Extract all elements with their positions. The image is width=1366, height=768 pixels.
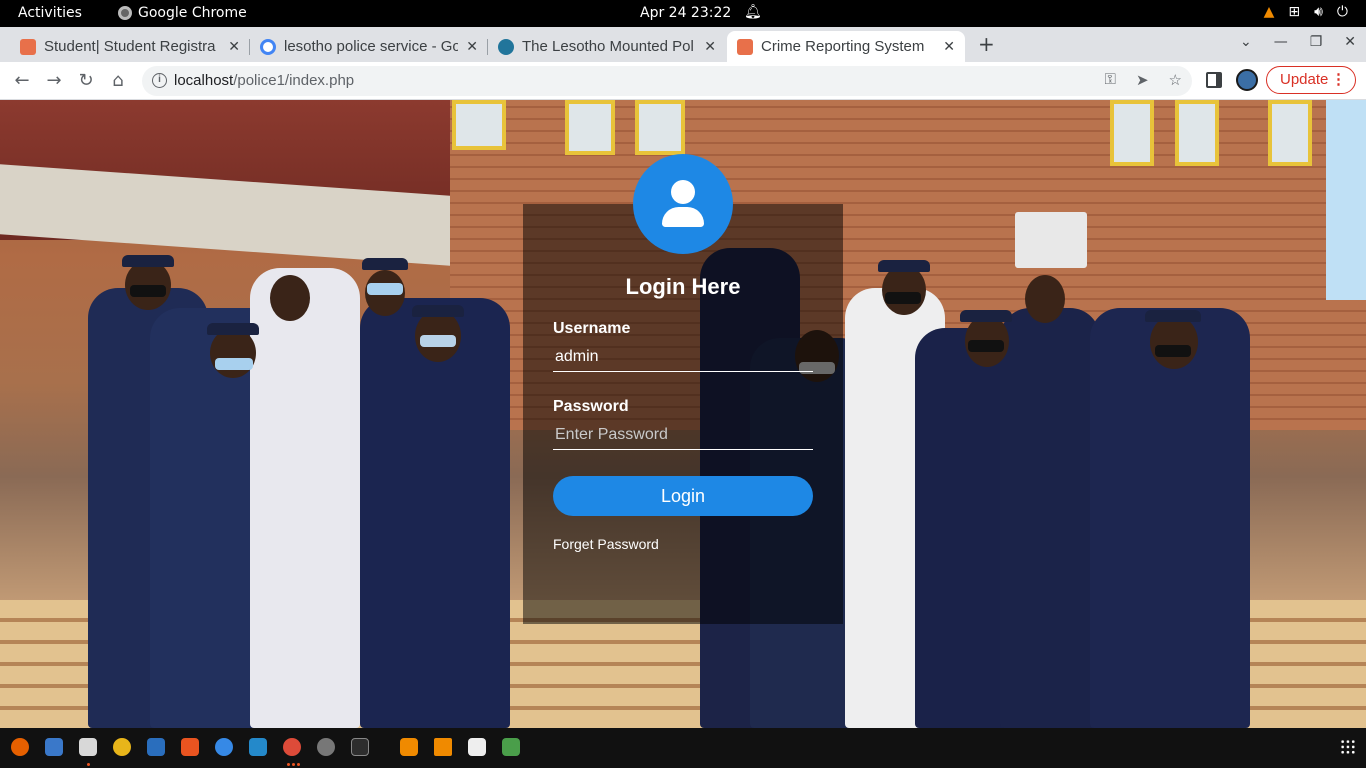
username-input[interactable] xyxy=(553,342,813,372)
home-icon[interactable]: ⌂ xyxy=(107,70,129,91)
password-input[interactable] xyxy=(553,420,813,450)
close-tab-icon[interactable]: ✕ xyxy=(704,38,716,55)
update-button[interactable]: Update ⋮ xyxy=(1266,66,1356,94)
officer-figure xyxy=(250,268,360,728)
reload-icon[interactable]: ↻ xyxy=(75,70,97,91)
more-menu-icon[interactable]: ⋮ xyxy=(1331,70,1346,88)
user-avatar-icon xyxy=(633,154,733,254)
firefox-icon[interactable] xyxy=(11,738,29,756)
username-label: Username xyxy=(553,320,631,337)
xampp-favicon-icon xyxy=(20,38,36,55)
writer-icon[interactable] xyxy=(147,738,165,756)
settings-icon[interactable] xyxy=(317,738,335,756)
activities-button[interactable]: Activities xyxy=(18,5,82,21)
login-button[interactable]: Login xyxy=(553,476,813,516)
tab-title: Crime Reporting System xyxy=(761,38,925,55)
browser-toolbar: ← → ↻ ⌂ i localhost/police1/index.php ⚿ … xyxy=(0,62,1366,100)
send-icon[interactable]: ➤ xyxy=(1136,71,1149,89)
tab-strip: Student| Student Registra ✕ lesotho poli… xyxy=(0,27,1366,62)
minimize-icon[interactable]: — xyxy=(1274,34,1288,50)
tab-title: Student| Student Registra xyxy=(44,38,216,55)
app-menu[interactable]: Google Chrome xyxy=(118,5,247,21)
new-tab-plus-icon[interactable]: + xyxy=(978,32,995,56)
login-panel: Login Here Username Password Login Forge… xyxy=(523,204,843,624)
key-icon[interactable]: ⚿ xyxy=(1105,71,1116,89)
back-arrow-icon[interactable]: ← xyxy=(11,70,33,91)
air-conditioner xyxy=(1015,212,1087,268)
sky xyxy=(1326,100,1366,300)
vscode-icon[interactable] xyxy=(249,738,267,756)
volume-icon: 🔊︎ xyxy=(1314,4,1323,20)
forget-password-link[interactable]: Forget Password xyxy=(553,536,659,552)
tab-search-chevron-icon[interactable]: ⌄ xyxy=(1240,34,1252,50)
vlc-icon[interactable] xyxy=(434,738,452,756)
help-icon[interactable] xyxy=(215,738,233,756)
vlc-tray-icon[interactable]: ▲ xyxy=(1264,4,1275,20)
bell-icon: 🔔︎ xyxy=(744,4,762,20)
page-background: Login Here Username Password Login Forge… xyxy=(0,100,1366,728)
tab-title: lesotho police service - Go xyxy=(284,38,459,55)
update-label: Update xyxy=(1280,71,1329,88)
app-name: Google Chrome xyxy=(138,5,247,21)
tab-crime-reporting-system[interactable]: Crime Reporting System ✕ xyxy=(727,31,965,62)
taskbar-dock xyxy=(0,728,1366,768)
close-tab-icon[interactable]: ✕ xyxy=(943,38,955,55)
building-window xyxy=(1175,100,1219,166)
officer-figure xyxy=(1090,308,1250,728)
trash-icon[interactable] xyxy=(502,738,520,756)
building-window xyxy=(452,100,506,150)
tab-student-registration[interactable]: Student| Student Registra ✕ xyxy=(10,31,250,62)
chrome-icon xyxy=(118,6,132,20)
google-favicon-icon xyxy=(260,38,276,55)
software-center-icon[interactable] xyxy=(181,738,199,756)
password-label: Password xyxy=(553,398,629,415)
xampp-icon[interactable] xyxy=(400,738,418,756)
wordpress-favicon-icon xyxy=(498,38,514,55)
building-window xyxy=(1268,100,1312,166)
officer-figure xyxy=(360,298,510,728)
xampp-favicon-icon xyxy=(737,38,753,55)
show-apps-grid-icon[interactable] xyxy=(1340,739,1356,755)
system-top-bar: Activities Google Chrome Apr 24 23:22 🔔︎… xyxy=(0,0,1366,27)
network-icon: ⊞ xyxy=(1288,4,1301,20)
close-tab-icon[interactable]: ✕ xyxy=(228,38,240,55)
officer-figure xyxy=(1000,308,1100,728)
terminal-icon[interactable] xyxy=(351,738,369,756)
url-path: /police1/index.php xyxy=(233,72,355,89)
side-panel-icon[interactable] xyxy=(1206,72,1222,88)
power-icon: ⏻ xyxy=(1336,4,1348,20)
address-bar[interactable]: i localhost/police1/index.php ⚿ ➤ ☆ xyxy=(142,66,1192,96)
rhythmbox-icon[interactable] xyxy=(113,738,131,756)
building-window xyxy=(635,100,685,155)
system-tray[interactable]: ▲ ⊞ 🔊︎ ⏻ xyxy=(1264,4,1348,20)
close-window-icon[interactable]: ✕ xyxy=(1344,34,1356,50)
building-window xyxy=(1110,100,1154,166)
text-editor-icon[interactable] xyxy=(468,738,486,756)
forward-arrow-icon[interactable]: → xyxy=(43,70,65,91)
tab-lesotho-mounted-police[interactable]: The Lesotho Mounted Pol ✕ xyxy=(488,31,726,62)
login-title: Login Here xyxy=(625,274,741,299)
clock[interactable]: Apr 24 23:22 xyxy=(640,5,731,21)
window-controls: ⌄ — ❐ ✕ xyxy=(1240,34,1356,50)
bookmark-star-icon[interactable]: ☆ xyxy=(1169,71,1182,89)
profile-avatar[interactable] xyxy=(1236,69,1258,91)
site-info-icon[interactable]: i xyxy=(152,73,167,88)
tab-lesotho-police-search[interactable]: lesotho police service - Go ✕ xyxy=(250,31,488,62)
url-host: localhost xyxy=(174,72,234,89)
thunderbird-icon[interactable] xyxy=(45,738,63,756)
building-window xyxy=(565,100,615,155)
files-icon[interactable] xyxy=(79,738,97,756)
maximize-icon[interactable]: ❐ xyxy=(1310,34,1323,50)
url-text[interactable]: localhost/police1/index.php xyxy=(174,72,354,89)
chrome-dock-icon[interactable] xyxy=(283,738,301,756)
close-tab-icon[interactable]: ✕ xyxy=(466,38,478,55)
tab-title: The Lesotho Mounted Pol xyxy=(522,38,694,55)
